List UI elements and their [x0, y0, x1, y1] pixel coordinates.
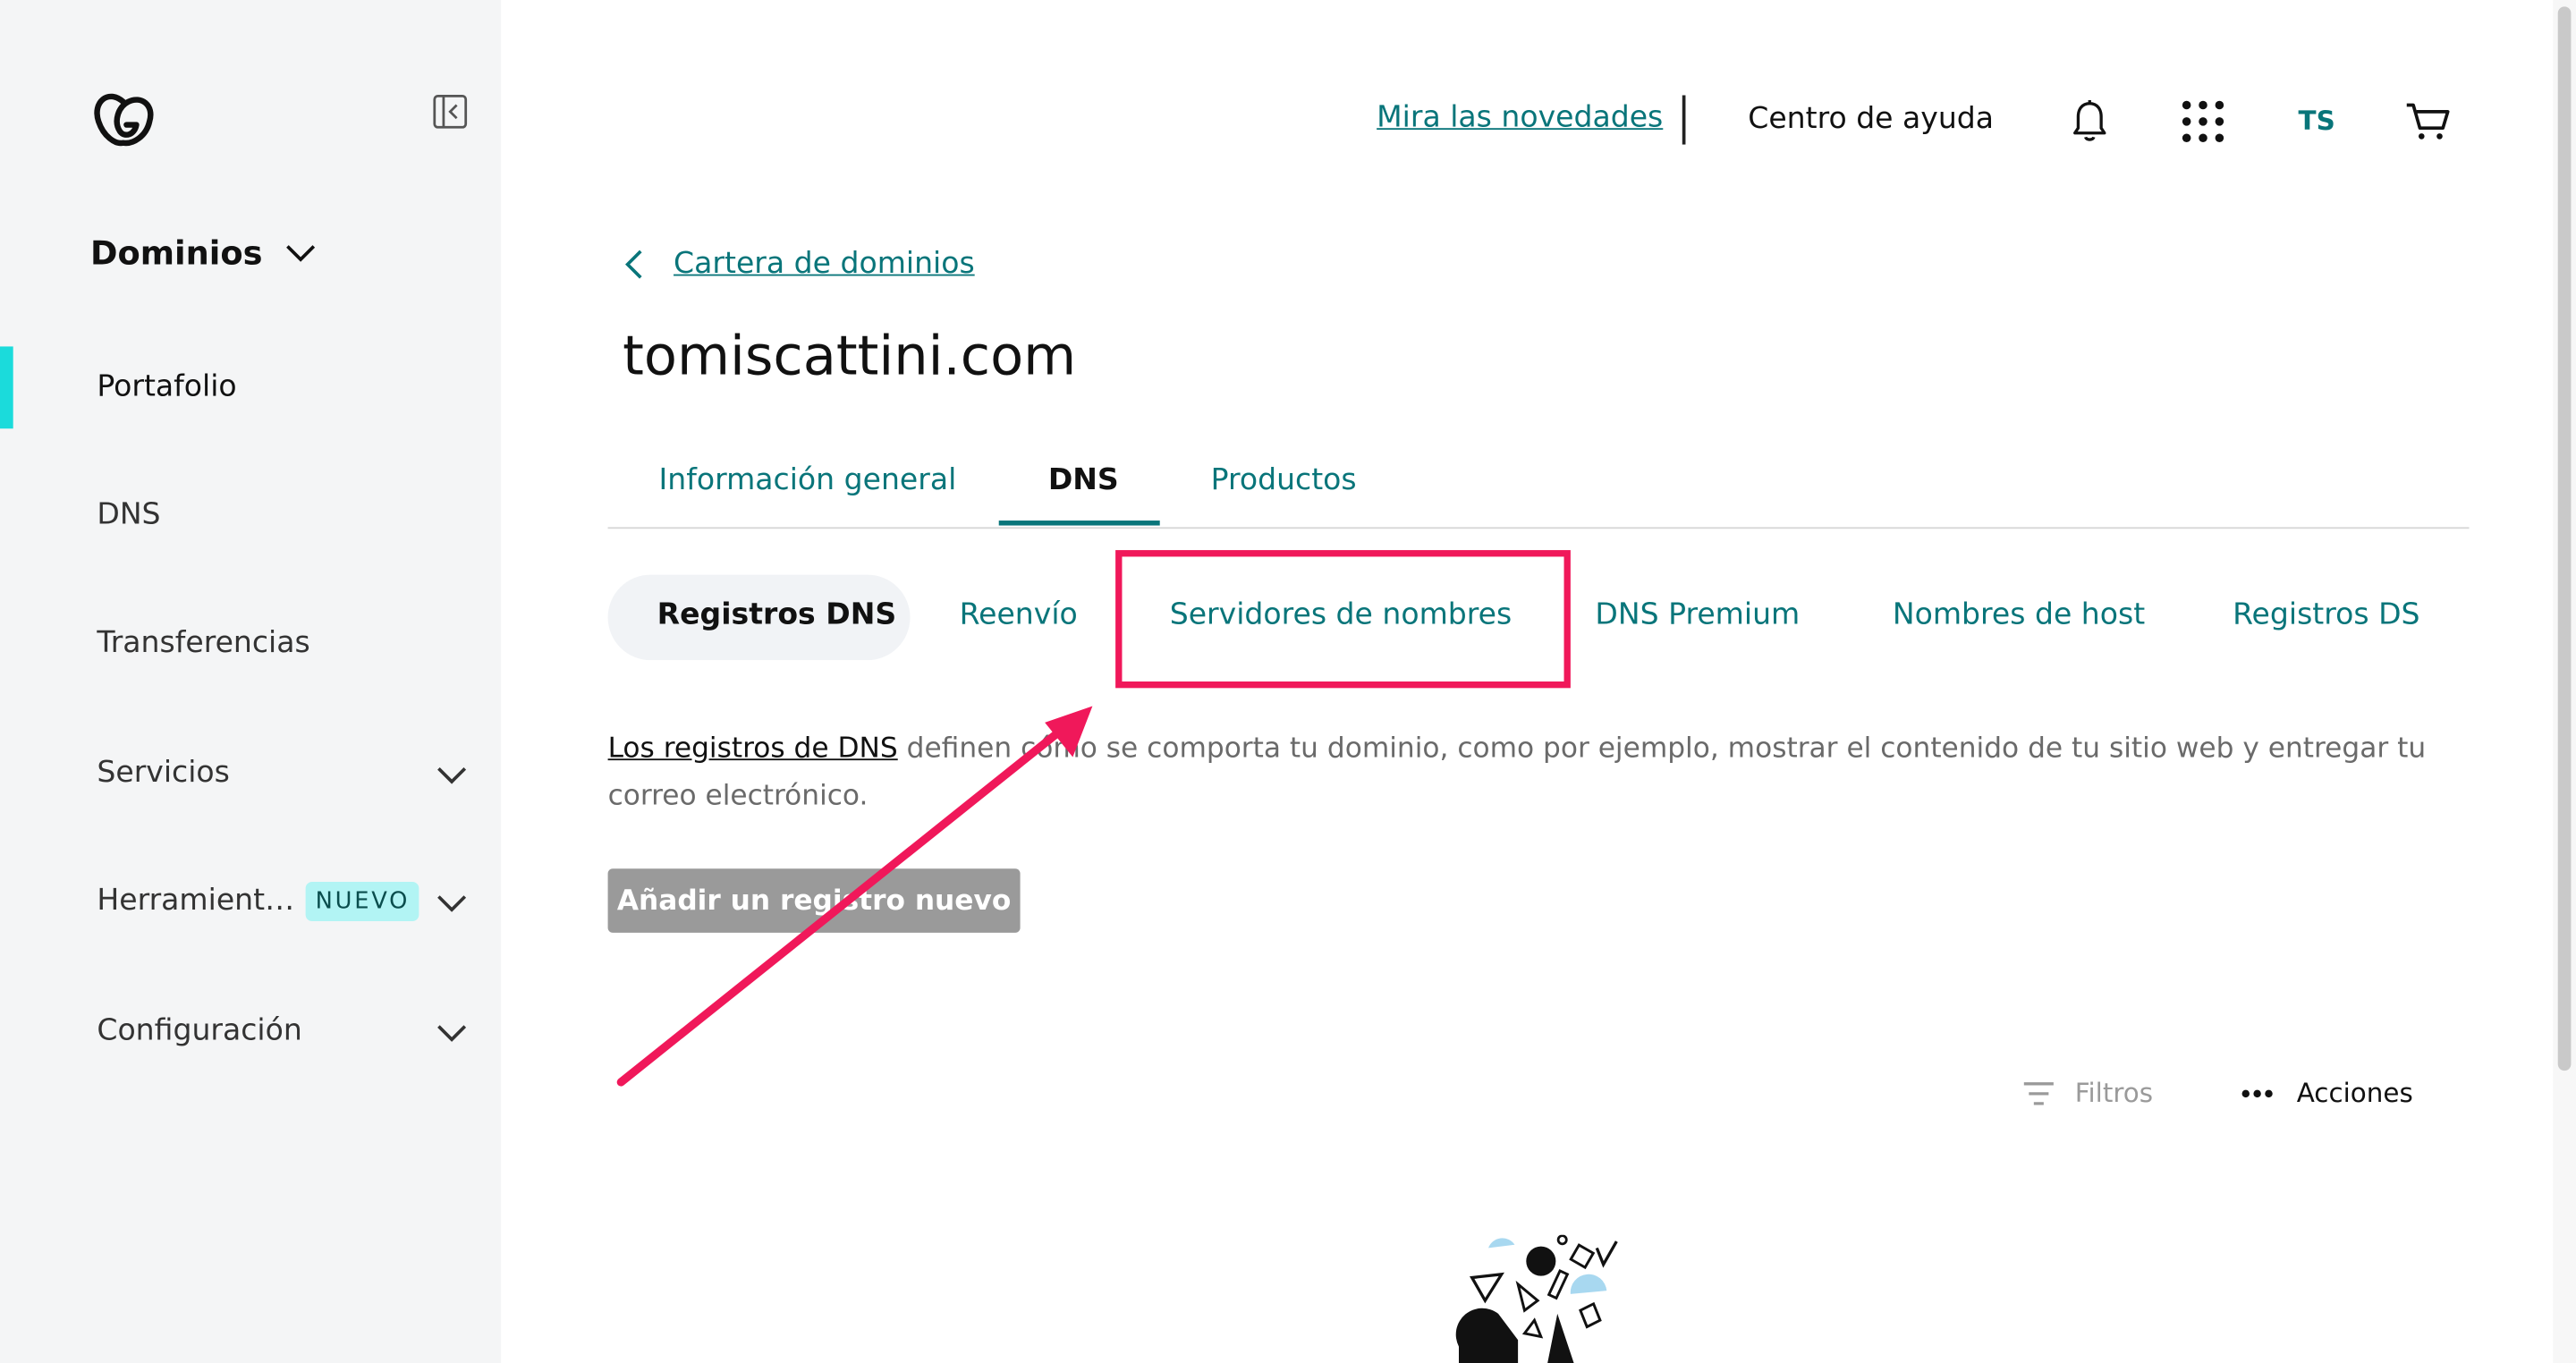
filter-icon: [2023, 1081, 2054, 1105]
subtab-hostnames[interactable]: Nombres de host: [1893, 597, 2145, 632]
subtab-ds-records[interactable]: Registros DS: [2233, 597, 2419, 632]
help-center-link[interactable]: Centro de ayuda: [1748, 102, 1994, 137]
domains-menu-toggle[interactable]: Dominios: [90, 233, 315, 273]
sidebar: Dominios Portafolio DNS Transferencias S…: [0, 0, 502, 1363]
breadcrumb-label: Cartera de dominios: [674, 246, 975, 281]
chevron-down-icon[interactable]: [436, 766, 469, 785]
tab-dns[interactable]: DNS: [1048, 463, 1119, 498]
active-indicator: [0, 346, 13, 429]
collapse-sidebar-icon[interactable]: [432, 94, 468, 130]
domain-tabs: Información general DNS Productos: [607, 444, 2470, 529]
active-tab-underline: [998, 521, 1160, 526]
sidebar-item-dns[interactable]: DNS: [97, 497, 160, 532]
apps-grid-icon[interactable]: [2182, 100, 2224, 143]
chevron-down-icon[interactable]: [436, 893, 469, 913]
filters-label: Filtros: [2074, 1077, 2154, 1109]
new-badge: NUEVO: [305, 881, 420, 922]
tab-general-info[interactable]: Información general: [659, 463, 957, 498]
sidebar-item-portfolio[interactable]: Portafolio: [97, 369, 236, 404]
dns-records-help-link[interactable]: Los registros de DNS: [608, 732, 898, 766]
chevron-left-icon: [625, 249, 642, 278]
subtab-premium-dns[interactable]: DNS Premium: [1595, 597, 1800, 632]
sidebar-item-tools[interactable]: Herramient…: [97, 884, 294, 919]
add-record-button[interactable]: Añadir un registro nuevo: [607, 868, 1021, 933]
subtab-dns-records[interactable]: Registros DNS: [657, 597, 896, 632]
godaddy-logo-icon[interactable]: [92, 92, 155, 148]
cart-icon[interactable]: [2405, 102, 2451, 141]
nameservers-highlight-box: [1115, 550, 1571, 689]
domains-menu-label: Dominios: [90, 233, 263, 273]
filters-button[interactable]: Filtros: [2022, 1077, 2153, 1108]
actions-button[interactable]: Acciones: [2241, 1077, 2413, 1108]
chevron-down-icon: [285, 244, 315, 261]
empty-state-illustration-icon: [1455, 1234, 1618, 1363]
scrollbar-thumb[interactable]: [2557, 6, 2572, 1071]
sidebar-item-services[interactable]: Servicios: [97, 756, 229, 791]
sidebar-item-transfers[interactable]: Transferencias: [97, 626, 309, 661]
subtab-forwarding[interactable]: Reenvío: [960, 597, 1078, 632]
divider: [1682, 95, 1686, 145]
user-avatar[interactable]: TS: [2299, 106, 2335, 137]
chevron-down-icon[interactable]: [436, 1023, 469, 1043]
sidebar-item-settings[interactable]: Configuración: [97, 1013, 301, 1048]
back-to-portfolio-link[interactable]: Cartera de dominios: [624, 246, 975, 281]
actions-label: Acciones: [2296, 1077, 2413, 1109]
whats-new-link[interactable]: Mira las novedades: [1377, 100, 1663, 135]
tab-products[interactable]: Productos: [1211, 463, 1357, 498]
more-dots-icon: [2241, 1088, 2273, 1097]
bell-icon[interactable]: [2072, 98, 2107, 144]
page-title: tomiscattini.com: [623, 323, 1077, 388]
dns-description: Los registros de DNS definen cómo se com…: [608, 726, 2481, 821]
